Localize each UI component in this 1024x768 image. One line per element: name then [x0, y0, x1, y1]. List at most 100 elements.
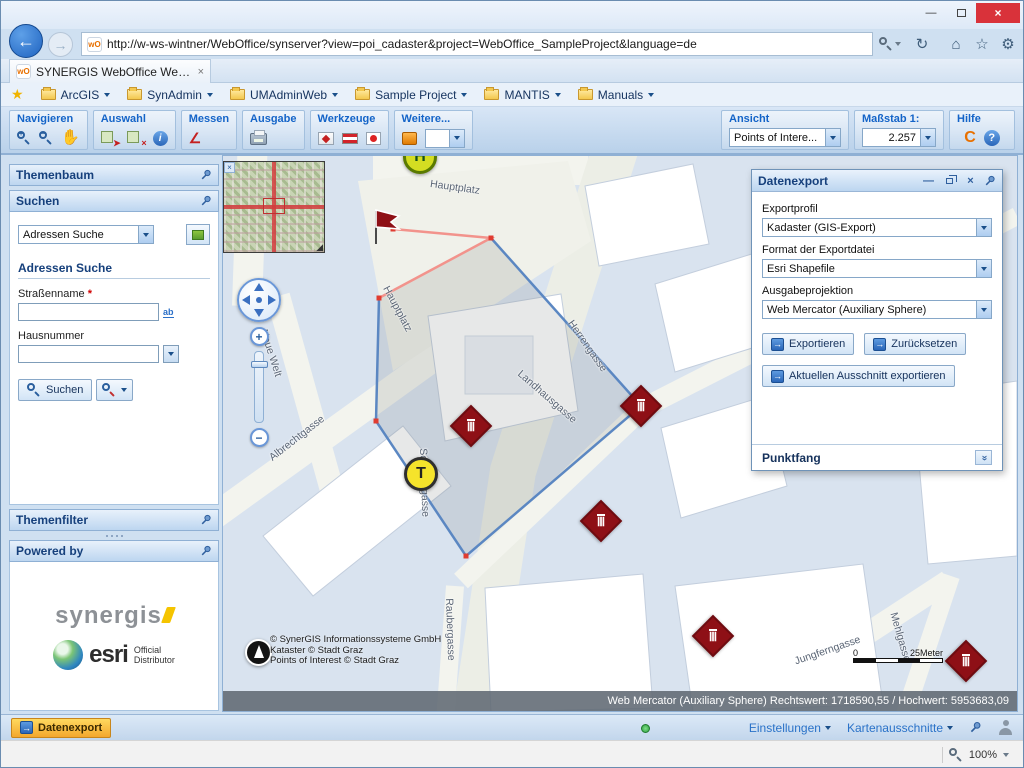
- datenexport-footer-tab[interactable]: → Datenexport: [11, 718, 111, 738]
- favorite-item-sample-project[interactable]: Sample Project: [355, 88, 467, 102]
- datenexport-panel-header[interactable]: Datenexport — ×: [752, 170, 1002, 192]
- pan-hand-icon[interactable]: ✋: [61, 130, 80, 146]
- print-icon[interactable]: [250, 133, 267, 145]
- dropdown-button[interactable]: [138, 226, 153, 243]
- ausschnitt-exportieren-button[interactable]: → Aktuellen Ausschnitt exportieren: [762, 365, 955, 387]
- einstellungen-menu[interactable]: Einstellungen: [749, 721, 831, 735]
- flag-marker[interactable]: [367, 204, 407, 251]
- browser-zoom-control[interactable]: 100%: [942, 747, 1023, 763]
- zoom-slider[interactable]: [254, 351, 264, 423]
- dropdown-button[interactable]: [825, 129, 840, 146]
- favorite-item-synadmin[interactable]: SynAdmin: [127, 88, 213, 102]
- dropdown-button[interactable]: [976, 260, 991, 277]
- dropdown-button[interactable]: [449, 130, 464, 147]
- pan-center-icon[interactable]: [256, 297, 262, 303]
- home-button[interactable]: ⌂: [943, 32, 969, 56]
- suchen-panel-header[interactable]: Suchen: [9, 190, 219, 212]
- hausnummer-input[interactable]: [18, 345, 159, 363]
- themenfilter-panel-header[interactable]: Themenfilter: [9, 509, 219, 531]
- window-close-button[interactable]: ×: [976, 3, 1020, 23]
- user-icon[interactable]: [998, 720, 1013, 735]
- tools-icon[interactable]: [402, 132, 417, 145]
- powered-by-panel-header[interactable]: Powered by: [9, 540, 219, 562]
- pushpin-icon[interactable]: [200, 514, 212, 526]
- suchen-button[interactable]: Suchen: [18, 379, 92, 401]
- favorite-item-arcgis[interactable]: ArcGIS: [41, 88, 111, 102]
- pan-compass-control[interactable]: [237, 278, 281, 322]
- browser-tab[interactable]: wO SYNERGIS WebOffice Web... ×: [9, 59, 211, 83]
- ansicht-select[interactable]: Points of Intere...: [729, 128, 841, 147]
- add-favorite-icon[interactable]: ★: [11, 86, 24, 103]
- panel-minimize-icon[interactable]: —: [921, 173, 936, 188]
- search-options-button[interactable]: [96, 379, 133, 401]
- zoom-out-icon[interactable]: −: [39, 131, 53, 145]
- overview-resize-icon[interactable]: ◢: [316, 243, 323, 252]
- tab-close-icon[interactable]: ×: [198, 66, 204, 78]
- zoom-out-button[interactable]: −: [250, 428, 269, 447]
- settings-gear-button[interactable]: ⚙: [995, 32, 1021, 56]
- punktfang-section[interactable]: Punktfang »: [752, 444, 1002, 470]
- pan-north-icon[interactable]: [254, 283, 264, 291]
- kartenausschnitte-menu[interactable]: Kartenausschnitte: [847, 721, 953, 735]
- back-button[interactable]: ←: [9, 24, 43, 58]
- museum-poi-marker[interactable]: Ⅲ: [451, 406, 491, 446]
- exportprofil-select[interactable]: Kadaster (GIS-Export): [762, 218, 992, 237]
- refresh-button[interactable]: ↻: [909, 32, 935, 56]
- window-minimize-button[interactable]: —: [916, 3, 946, 23]
- search-settings-button[interactable]: [186, 224, 210, 245]
- favorite-item-umadminweb[interactable]: UMAdminWeb: [230, 88, 338, 102]
- museum-poi-marker[interactable]: Ⅲ: [581, 501, 621, 541]
- pushpin-icon[interactable]: [200, 169, 212, 181]
- forward-button[interactable]: →: [48, 32, 73, 57]
- pushpin-icon[interactable]: [200, 545, 212, 557]
- zuruecksetzen-button[interactable]: → Zurücksetzen: [864, 333, 966, 355]
- dropdown-button[interactable]: [976, 301, 991, 318]
- museum-poi-marker[interactable]: Ⅲ: [621, 386, 661, 426]
- weitere-combobox[interactable]: [425, 129, 465, 148]
- url-text[interactable]: http://w-ws-wintner/WebOffice/synserver?…: [107, 37, 867, 51]
- ausgabeprojektion-select[interactable]: Web Mercator (Auxiliary Sphere): [762, 300, 992, 319]
- pin-tool-icon[interactable]: [969, 721, 982, 734]
- favorite-item-manuals[interactable]: Manuals: [578, 88, 654, 102]
- hotlink-icon[interactable]: [366, 132, 381, 145]
- clear-selection-icon[interactable]: ×: [127, 130, 145, 146]
- pan-south-icon[interactable]: [254, 309, 264, 317]
- expand-chevrons-icon[interactable]: »: [975, 450, 992, 465]
- pushpin-icon[interactable]: [200, 195, 212, 207]
- panel-restore-icon[interactable]: [942, 173, 957, 188]
- hausnummer-dropdown-button[interactable]: [163, 345, 179, 363]
- measure-icon[interactable]: ∠: [189, 131, 202, 145]
- favorite-item-mantis[interactable]: MANTIS: [484, 88, 560, 102]
- themenbaum-panel-header[interactable]: Themenbaum: [9, 164, 219, 186]
- favorites-button[interactable]: ☆: [969, 32, 995, 56]
- address-bar[interactable]: wO http://w-ws-wintner/WebOffice/synserv…: [81, 32, 873, 56]
- dropdown-button[interactable]: [920, 129, 935, 146]
- help-question-icon[interactable]: ?: [984, 130, 1000, 146]
- pan-east-icon[interactable]: [268, 295, 276, 305]
- overview-map-inset[interactable]: × ◢: [223, 161, 325, 253]
- autocomplete-icon[interactable]: ab: [163, 307, 174, 318]
- address-search-button[interactable]: [877, 32, 903, 56]
- strassenname-input[interactable]: [18, 303, 159, 321]
- dropdown-button[interactable]: [976, 219, 991, 236]
- exportieren-button[interactable]: → Exportieren: [762, 333, 854, 355]
- massstab-select[interactable]: 2.257: [862, 128, 936, 147]
- panel-drag-handle[interactable]: [9, 531, 219, 540]
- pan-west-icon[interactable]: [242, 295, 250, 305]
- redlining-icon[interactable]: [318, 132, 334, 145]
- exportformat-select[interactable]: Esri Shapefile: [762, 259, 992, 278]
- window-maximize-button[interactable]: [946, 3, 976, 23]
- weboffice-c-logo-icon[interactable]: C: [964, 130, 976, 146]
- panel-close-icon[interactable]: ×: [963, 173, 978, 188]
- search-profile-select[interactable]: Adressen Suche: [18, 225, 154, 244]
- zoom-in-icon[interactable]: +: [17, 131, 31, 145]
- identify-info-icon[interactable]: i: [153, 131, 168, 146]
- tram-stop-marker[interactable]: T: [404, 457, 438, 491]
- austria-flag-icon[interactable]: [342, 133, 358, 144]
- pushpin-icon[interactable]: [984, 175, 996, 187]
- select-features-icon[interactable]: ➤: [101, 130, 119, 146]
- overview-close-icon[interactable]: ×: [224, 162, 235, 173]
- zoom-in-button[interactable]: +: [250, 327, 269, 346]
- museum-poi-marker[interactable]: Ⅲ: [693, 616, 733, 656]
- museum-poi-marker[interactable]: Ⅲ: [946, 641, 986, 681]
